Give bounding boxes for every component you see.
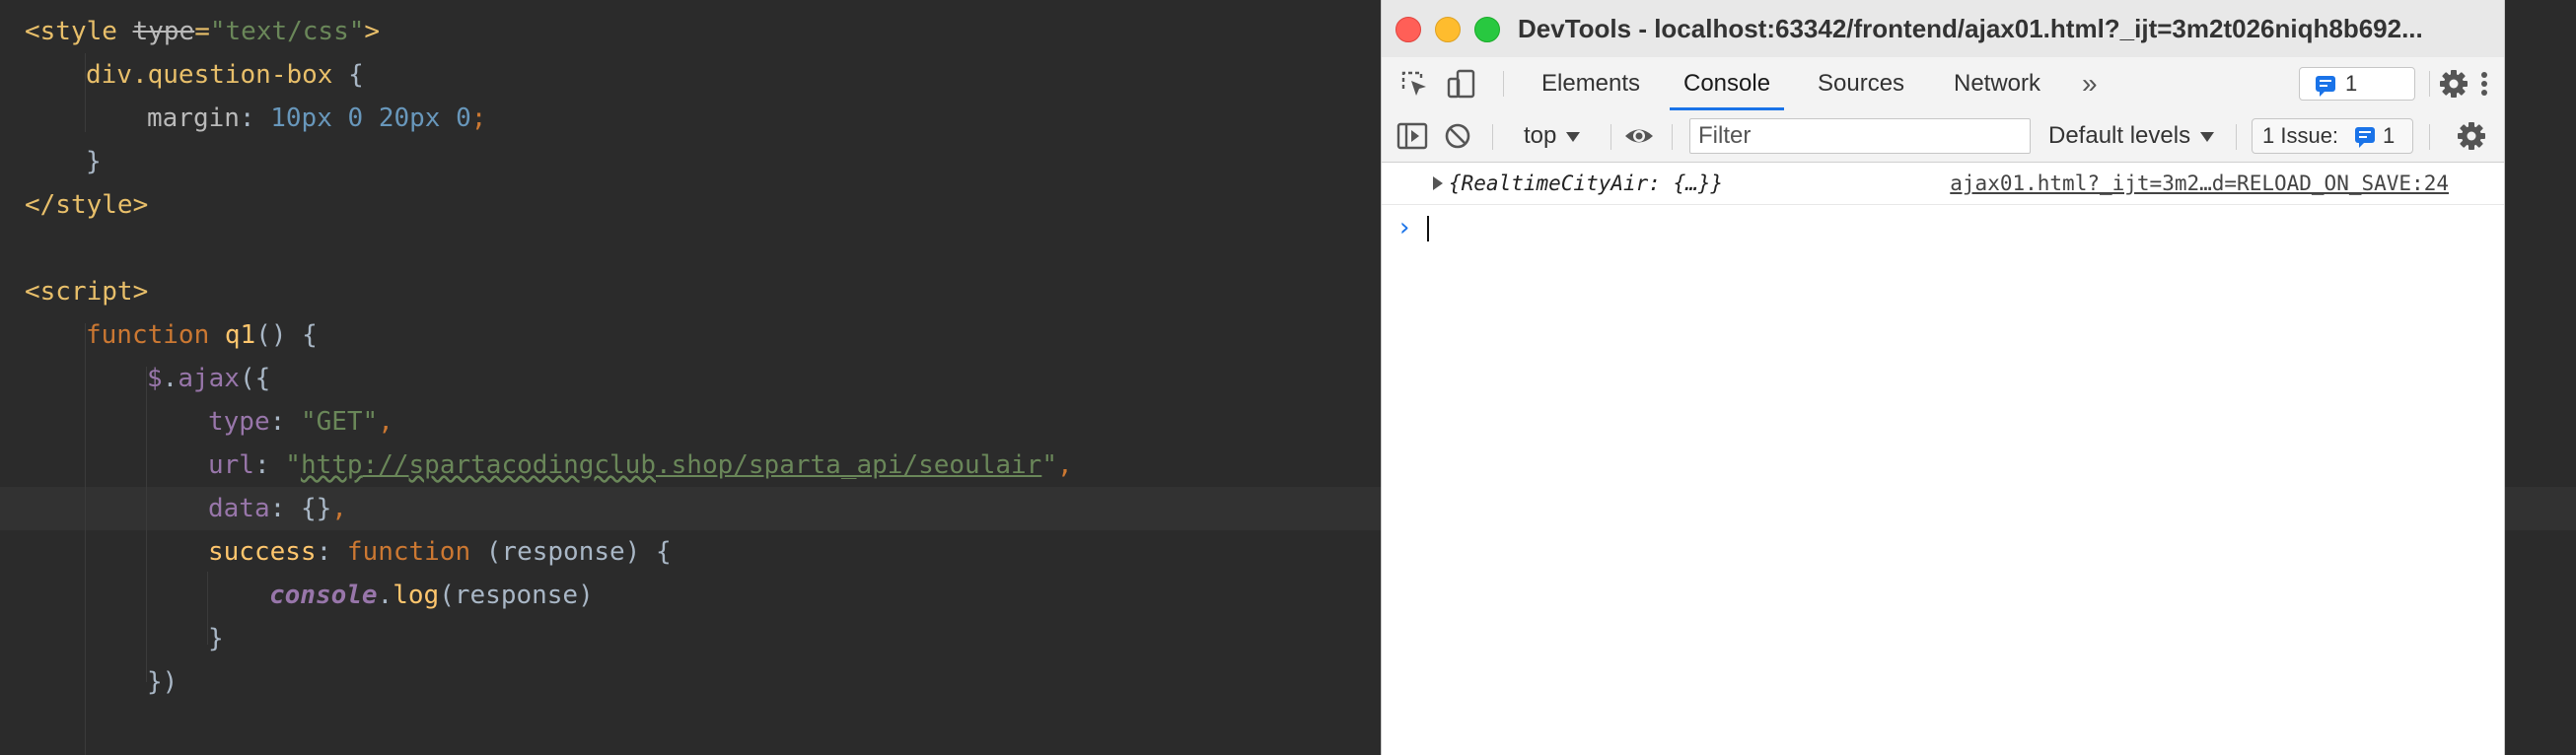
log-levels-value: Default levels: [2048, 122, 2191, 149]
devtools-window: DevTools - localhost:63342/frontend/ajax…: [1381, 0, 2505, 755]
issues-badge[interactable]: 1: [2299, 67, 2415, 101]
maximize-window-button[interactable]: [1474, 17, 1500, 42]
indent-guide: [146, 367, 147, 682]
code-line: type: "GET",: [208, 407, 394, 437]
toolbar-divider: [1492, 124, 1493, 150]
log-source-link[interactable]: ajax01.html?_ijt=3m2…d=RELOAD_ON_SAVE:24: [1950, 163, 2449, 204]
code-line: }): [147, 667, 179, 697]
code-line: <script>: [25, 277, 149, 307]
toolbar-divider: [1672, 124, 1673, 150]
context-selector[interactable]: top: [1524, 110, 1581, 162]
more-tabs-button[interactable]: »: [2082, 57, 2098, 110]
toolbar-divider: [1503, 71, 1504, 97]
code-line: function q1() {: [86, 320, 318, 350]
tab-sources[interactable]: Sources: [1818, 57, 1904, 110]
issues-count: 1: [2383, 123, 2396, 148]
code-line: div.question-box {: [86, 60, 364, 90]
code-line: }: [86, 147, 102, 176]
tab-elements[interactable]: Elements: [1541, 57, 1640, 110]
toolbar-divider: [2236, 124, 2237, 150]
indent-guide: [85, 323, 86, 755]
toolbar-divider: [2429, 71, 2430, 97]
toolbar-divider: [2429, 124, 2430, 150]
tab-console[interactable]: Console: [1670, 57, 1785, 110]
settings-gear-icon[interactable]: [2437, 67, 2470, 101]
code-line: $.ajax({: [147, 364, 271, 393]
code-line: url: "http://spartacodingclub.shop/spart…: [208, 450, 1073, 480]
minimize-window-button[interactable]: [1435, 17, 1461, 42]
toolbar-divider: [1610, 124, 1611, 150]
device-toolbar-icon[interactable]: [1445, 67, 1478, 101]
console-prompt-chevron-icon: ›: [1399, 213, 1410, 242]
console-toolbar: top Default levels 1 Issue: 1: [1382, 110, 2504, 163]
code-line: <style type="text/css">: [25, 17, 381, 46]
log-object-preview[interactable]: {RealtimeCityAir: {…}}: [1449, 163, 1723, 204]
log-levels-dropdown[interactable]: Default levels: [2048, 110, 2215, 162]
chevron-down-icon: [1566, 131, 1581, 142]
issues-label: 1 Issue:: [2262, 123, 2339, 148]
more-options-icon[interactable]: [2474, 67, 2494, 101]
issues-badge-count: 1: [2345, 71, 2358, 96]
filter-input[interactable]: [1689, 118, 2031, 154]
context-value: top: [1524, 122, 1557, 149]
message-icon: [2355, 127, 2375, 148]
code-line: </style>: [25, 190, 149, 220]
window-title: DevTools - localhost:63342/frontend/ajax…: [1518, 14, 2423, 43]
code-line: }: [208, 624, 224, 653]
close-window-button[interactable]: [1395, 17, 1421, 42]
console-output[interactable]: {RealtimeCityAir: {…}} ajax01.html?_ijt=…: [1382, 163, 2504, 755]
inspect-element-icon[interactable]: [1397, 67, 1431, 101]
code-line: console.log(response): [269, 581, 594, 610]
tab-network[interactable]: Network: [1954, 57, 2040, 110]
message-icon: [2316, 76, 2335, 97]
code-line: data: {},: [208, 494, 347, 523]
show-sidebar-icon[interactable]: [1395, 119, 1429, 153]
code-line: margin: 10px 0 20px 0;: [147, 103, 487, 133]
console-log-entry[interactable]: {RealtimeCityAir: {…}} ajax01.html?_ijt=…: [1382, 163, 2504, 205]
url-link[interactable]: http: [301, 450, 363, 480]
code-line: success: function (response) {: [208, 537, 672, 567]
chevron-down-icon: [2200, 131, 2215, 142]
issues-button[interactable]: 1 Issue: 1: [2252, 118, 2413, 154]
console-input-caret[interactable]: [1427, 216, 1429, 241]
expand-arrow-icon[interactable]: [1433, 176, 1443, 190]
window-titlebar[interactable]: DevTools - localhost:63342/frontend/ajax…: [1382, 0, 2504, 58]
live-expression-eye-icon[interactable]: [1622, 119, 1656, 153]
console-settings-gear-icon[interactable]: [2455, 119, 2488, 153]
clear-console-icon[interactable]: [1441, 119, 1474, 153]
devtools-tabbar: Elements Console Sources Network » 1: [1382, 57, 2504, 111]
